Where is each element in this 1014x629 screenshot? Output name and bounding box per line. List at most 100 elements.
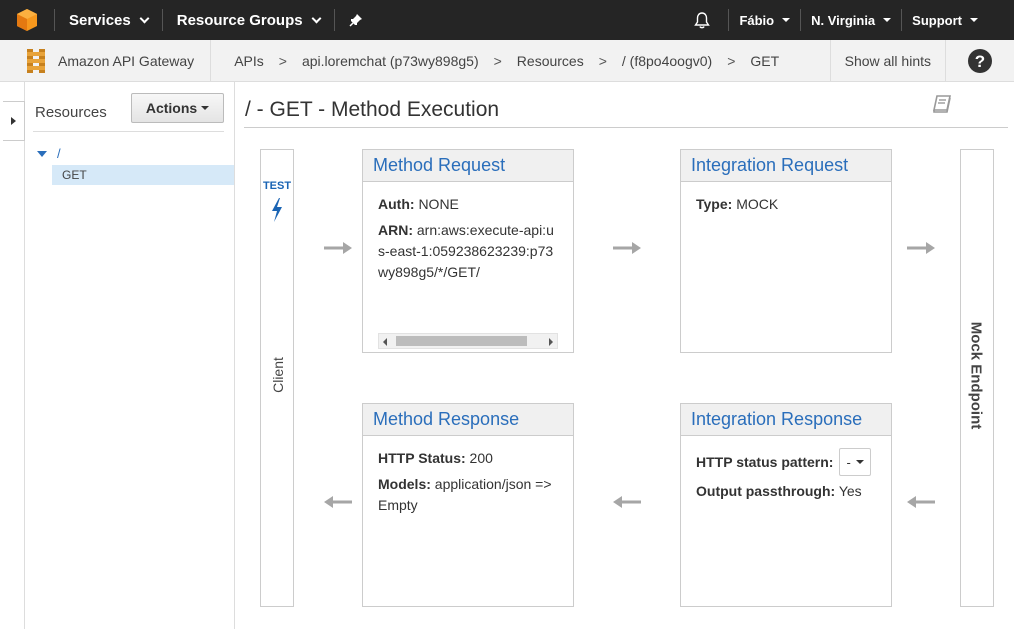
status-pattern-select[interactable]: - (839, 448, 871, 476)
services-menu[interactable]: Services (55, 0, 162, 40)
user-name: Fábio (739, 12, 775, 28)
client-label: Client (270, 357, 286, 393)
support-label: Support (912, 12, 962, 28)
arrow-left-icon (613, 496, 641, 508)
breadcrumb-bar: Amazon API Gateway APIs > api.loremchat … (0, 39, 1014, 82)
mock-endpoint-column: Mock Endpoint (960, 149, 994, 607)
status-pattern-label: HTTP status pattern: (696, 453, 834, 470)
breadcrumb-apis[interactable]: APIs (227, 53, 271, 69)
models-label: Models: (378, 476, 431, 492)
method-label: GET (62, 168, 87, 182)
resources-panel: Resources Actions / GET (25, 82, 235, 629)
help-icon: ? (968, 48, 992, 73)
caret-down-icon (782, 18, 791, 22)
breadcrumb-separator: > (727, 52, 736, 69)
auth-label: Auth: (378, 196, 415, 212)
resources-title: Resources (35, 104, 107, 121)
arrow-right-icon (324, 242, 352, 254)
method-response-box: Method Response HTTP Status: 200 Models:… (362, 403, 574, 607)
breadcrumb-method: GET (750, 52, 780, 69)
test-button[interactable] (269, 198, 285, 227)
caret-down-icon (883, 18, 892, 22)
breadcrumb-api[interactable]: api.loremchat (p73wy898g5) (295, 53, 486, 69)
region-name: N. Virginia (811, 12, 876, 28)
user-menu[interactable]: Fábio (729, 0, 800, 40)
passthrough-value: Yes (838, 483, 862, 499)
documentation-button[interactable] (932, 94, 952, 119)
pin-icon (349, 14, 362, 27)
integration-response-box: Integration Response HTTP status pattern… (680, 403, 892, 607)
caret-down-icon (201, 106, 210, 110)
arrow-right-icon (613, 242, 641, 254)
actions-button[interactable]: Actions (131, 93, 224, 123)
passthrough-label: Output passthrough: (696, 483, 836, 499)
resource-groups-menu[interactable]: Resource Groups (163, 0, 334, 40)
arrow-left-icon (324, 496, 352, 508)
expand-triangle-icon[interactable] (37, 150, 47, 157)
chevron-down-icon (139, 13, 150, 23)
tree-root-resource[interactable]: / (37, 146, 61, 161)
http-status-value: 200 (469, 450, 493, 466)
notifications-button[interactable] (676, 0, 728, 40)
integration-request-box: Integration Request Type: MOCK (680, 149, 892, 353)
caret-down-icon (855, 460, 864, 464)
type-row: Type: MOCK (696, 194, 876, 215)
passthrough-row: Output passthrough: Yes (696, 481, 876, 502)
scrollbar-thumb[interactable] (396, 336, 527, 346)
arrow-right-icon (907, 242, 935, 254)
triangle-right-icon (11, 117, 16, 125)
services-label: Services (69, 11, 131, 29)
client-column: TEST Client (260, 149, 294, 607)
api-gateway-icon (27, 48, 45, 73)
resources-divider (33, 131, 224, 132)
status-pattern-value: - (846, 454, 851, 470)
region-menu[interactable]: N. Virginia (801, 0, 901, 40)
svg-text:?: ? (975, 52, 985, 71)
scroll-right-icon[interactable] (549, 338, 553, 346)
caret-down-icon (970, 18, 978, 22)
pin-button[interactable] (335, 0, 377, 40)
service-home-link[interactable]: Amazon API Gateway (0, 39, 212, 82)
breadcrumb-resource[interactable]: / (f8po4oogv0) (615, 53, 719, 69)
integration-request-link[interactable]: Integration Request (681, 150, 891, 182)
breadcrumb-resources[interactable]: Resources (510, 53, 591, 69)
breadcrumb-separator: > (598, 52, 607, 69)
breadcrumb-separator: > (493, 52, 502, 69)
horizontal-scrollbar[interactable] (378, 333, 558, 349)
status-pattern-row: HTTP status pattern: - (696, 448, 876, 476)
auth-row: Auth: NONE (378, 194, 558, 215)
models-row: Models: application/json => Empty (378, 474, 558, 516)
lightning-bolt-icon (272, 198, 282, 222)
actions-label: Actions (145, 100, 198, 116)
arn-label: ARN: (378, 222, 413, 238)
type-label: Type: (696, 196, 733, 212)
root-resource-label: / (57, 146, 61, 161)
test-button-label[interactable]: TEST (261, 180, 293, 192)
method-request-box: Method Request Auth: NONE ARN: arn:aws:e… (362, 149, 574, 353)
http-status-row: HTTP Status: 200 (378, 448, 558, 469)
help-button[interactable]: ? (946, 40, 1014, 82)
top-nav: Services Resource Groups Fábio N. Virgin… (0, 0, 1014, 40)
arn-row: ARN: arn:aws:execute-api:us-east-1:05923… (378, 220, 558, 290)
service-name: Amazon API Gateway (58, 52, 195, 69)
breadcrumb-separator: > (278, 52, 287, 69)
scroll-left-icon[interactable] (383, 338, 387, 346)
integration-response-link[interactable]: Integration Response (681, 404, 891, 436)
show-all-hints-button[interactable]: Show all hints (829, 39, 946, 82)
support-menu[interactable]: Support (902, 0, 1014, 40)
type-value: MOCK (736, 196, 779, 212)
chevron-down-icon (311, 13, 322, 23)
arrow-left-icon (907, 496, 935, 508)
title-divider (244, 127, 1008, 128)
resource-groups-label: Resource Groups (176, 11, 303, 29)
method-request-link[interactable]: Method Request (363, 150, 573, 182)
page-title: / - GET - Method Execution (245, 98, 500, 121)
bell-icon (694, 11, 711, 28)
http-status-label: HTTP Status: (378, 450, 466, 466)
expand-sidebar-button[interactable] (3, 101, 25, 141)
tree-method-get[interactable]: GET (52, 165, 234, 185)
method-response-link[interactable]: Method Response (363, 404, 573, 436)
aws-logo-icon[interactable] (0, 0, 54, 40)
auth-value: NONE (418, 196, 459, 212)
mock-endpoint-label: Mock Endpoint (967, 321, 985, 430)
